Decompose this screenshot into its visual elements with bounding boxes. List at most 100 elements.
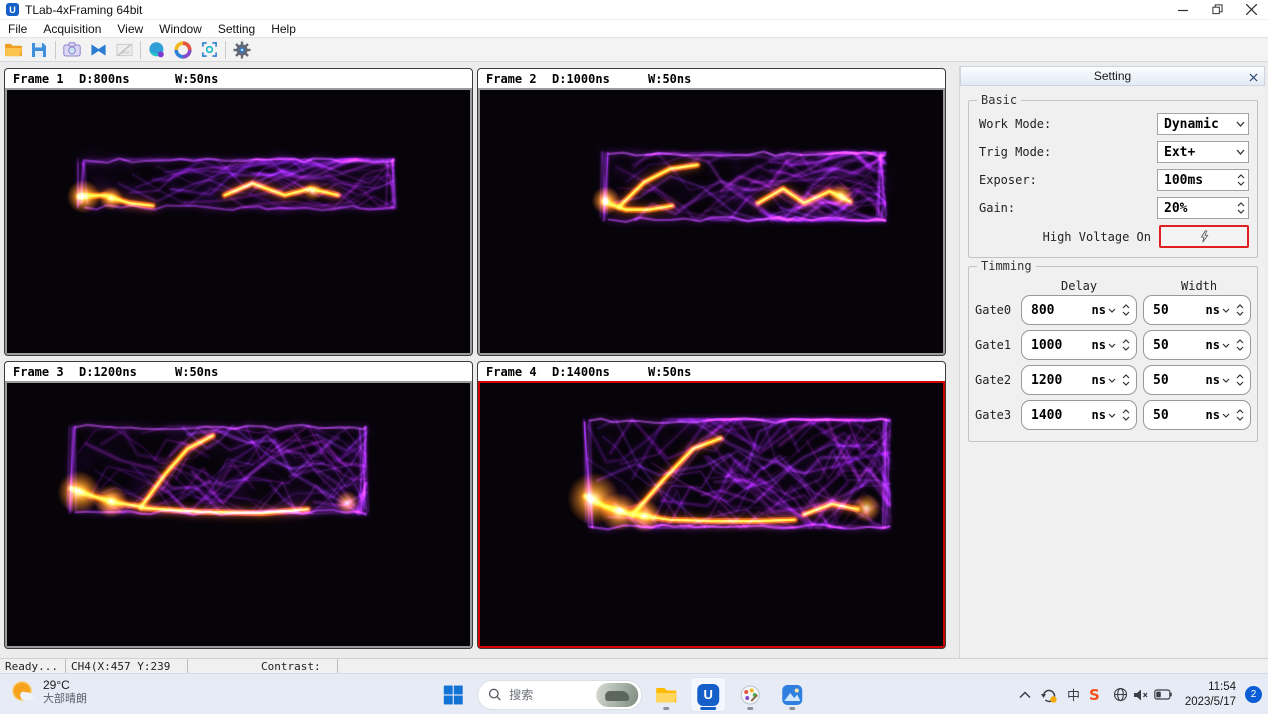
quick-settings-group[interactable]	[1109, 683, 1176, 706]
exposer-spinbox[interactable]: 100ms	[1157, 169, 1249, 191]
gate1-delay-unit: ns	[1092, 338, 1106, 352]
toolbar-separator	[55, 41, 56, 59]
work-mode-value: Dynamic	[1158, 117, 1232, 132]
frame-2-image-area	[478, 88, 945, 355]
menu-view[interactable]: View	[109, 22, 151, 36]
menu-setting[interactable]: Setting	[210, 22, 263, 36]
chevron-down-icon[interactable]	[1222, 413, 1230, 418]
spinner-arrows-icon[interactable]	[1119, 401, 1133, 429]
taskbar-search-box[interactable]: 搜索	[477, 680, 642, 710]
tlab-app-icon: U	[697, 684, 719, 706]
menu-help[interactable]: Help	[263, 22, 304, 36]
chevron-down-icon	[1232, 121, 1248, 127]
frame-panel-4: Frame 4 D:1400ns W:50ns	[477, 361, 946, 649]
taskbar-paint-app[interactable]	[732, 677, 768, 712]
tray-sogou-icon[interactable]: S	[1089, 686, 1100, 704]
frame-1-plasma-image[interactable]	[7, 90, 470, 353]
gate0-delay-spinbox[interactable]: 800 ns	[1021, 295, 1137, 325]
focus-center-icon[interactable]	[196, 38, 222, 61]
setting-panel-title: Setting	[1094, 69, 1131, 83]
close-button[interactable]	[1234, 0, 1268, 19]
gate0-width-spinbox[interactable]: 50 ns	[1143, 295, 1251, 325]
weather-sun-cloud-icon	[10, 679, 36, 705]
gate2-delay-value: 1200	[1022, 373, 1092, 388]
work-mode-label: Work Mode:	[979, 117, 1051, 131]
render-sphere-icon[interactable]	[144, 38, 170, 61]
spinner-arrows-icon[interactable]	[1233, 366, 1247, 394]
setting-panel-close-icon[interactable]	[1246, 70, 1260, 84]
chevron-down-icon[interactable]	[1108, 343, 1116, 348]
spinner-arrows-icon[interactable]	[1119, 296, 1133, 324]
menu-window[interactable]: Window	[151, 22, 210, 36]
menu-file[interactable]: File	[0, 22, 35, 36]
save-icon[interactable]	[26, 38, 52, 61]
gate2-delay-spinbox[interactable]: 1200 ns	[1021, 365, 1137, 395]
chevron-down-icon[interactable]	[1108, 378, 1116, 383]
frame-2-plasma-image[interactable]	[480, 90, 943, 353]
gate0-width-value: 50	[1144, 303, 1206, 318]
chevron-down-icon[interactable]	[1108, 308, 1116, 313]
app-screen: U TLab-4xFraming 64bit File Acquisition …	[0, 0, 1268, 714]
minimize-button[interactable]	[1166, 0, 1200, 19]
basic-group-label: Basic	[977, 93, 1021, 107]
gate1-delay-spinbox[interactable]: 1000 ns	[1021, 330, 1137, 360]
notification-badge[interactable]: 2	[1245, 686, 1262, 703]
running-indicator-active	[700, 707, 716, 710]
chevron-down-icon[interactable]	[1108, 413, 1116, 418]
taskbar-file-explorer[interactable]	[648, 677, 684, 712]
delay-column-header: Delay	[1061, 279, 1097, 293]
frame-4-title: Frame 4	[486, 365, 552, 379]
gate1-width-spinbox[interactable]: 50 ns	[1143, 330, 1251, 360]
restore-button[interactable]	[1200, 0, 1234, 19]
spinner-arrows-icon[interactable]	[1234, 170, 1248, 190]
battery-icon	[1154, 689, 1172, 700]
gate0-delay-unit: ns	[1092, 303, 1106, 317]
start-button[interactable]	[435, 677, 471, 712]
setting-panel-header[interactable]: Setting	[960, 66, 1265, 86]
tray-chevron-up-icon[interactable]	[1019, 691, 1031, 699]
frame-2-header: Frame 2 D:1000ns W:50ns	[478, 69, 945, 88]
menu-acquisition[interactable]: Acquisition	[35, 22, 109, 36]
acquire-video-icon[interactable]	[85, 38, 111, 61]
gate2-label: Gate2	[975, 373, 1011, 387]
tray-sync-icon[interactable]	[1040, 687, 1058, 703]
frame-4-header: Frame 4 D:1400ns W:50ns	[478, 362, 945, 381]
weather-widget[interactable]: 29°C 大部晴朗	[10, 679, 87, 705]
chevron-down-icon[interactable]	[1222, 308, 1230, 313]
spinner-arrows-icon[interactable]	[1233, 296, 1247, 324]
color-wheel-icon[interactable]	[170, 38, 196, 61]
gate1-row: Gate1 1000 ns 50 ns	[969, 330, 1257, 360]
clock-widget[interactable]: 11:54 2023/5/17	[1185, 680, 1236, 709]
chevron-down-icon[interactable]	[1222, 378, 1230, 383]
spinner-arrows-icon[interactable]	[1233, 331, 1247, 359]
gate2-delay-unit: ns	[1092, 373, 1106, 387]
capture-camera-icon[interactable]	[59, 38, 85, 61]
status-empty	[338, 659, 1268, 673]
gate3-width-spinbox[interactable]: 50 ns	[1143, 400, 1251, 430]
spinner-arrows-icon[interactable]	[1119, 366, 1133, 394]
taskbar-tlab-app[interactable]: U	[690, 677, 726, 712]
spinner-arrows-icon[interactable]	[1233, 401, 1247, 429]
gate2-width-spinbox[interactable]: 50 ns	[1143, 365, 1251, 395]
settings-gear-icon[interactable]	[229, 38, 255, 61]
frame-3-plasma-image[interactable]	[7, 383, 470, 646]
gate3-delay-spinbox[interactable]: 1400 ns	[1021, 400, 1137, 430]
trig-mode-dropdown[interactable]: Ext+	[1157, 141, 1249, 163]
gain-spinbox[interactable]: 20%	[1157, 197, 1249, 219]
work-mode-dropdown[interactable]: Dynamic	[1157, 113, 1249, 135]
frame-2-width: W:50ns	[648, 72, 691, 86]
tray-ime-indicator[interactable]: 中	[1067, 685, 1080, 704]
toolbar-separator	[140, 41, 141, 59]
high-voltage-button[interactable]	[1159, 225, 1249, 248]
taskbar-photos-app[interactable]	[774, 677, 810, 712]
status-contrast: Contrast: Auto	[188, 659, 338, 673]
open-folder-icon[interactable]	[0, 38, 26, 61]
search-highlight-image[interactable]	[596, 683, 638, 707]
chevron-down-icon[interactable]	[1222, 343, 1230, 348]
spinner-arrows-icon[interactable]	[1234, 198, 1248, 218]
gate0-width-unit: ns	[1206, 303, 1220, 317]
spinner-arrows-icon[interactable]	[1119, 331, 1133, 359]
client-area: Frame 1 D:800ns W:50ns Frame 2 D:1000ns …	[0, 62, 1268, 658]
frame-4-plasma-image[interactable]	[480, 383, 943, 646]
chevron-down-icon	[1232, 149, 1248, 155]
